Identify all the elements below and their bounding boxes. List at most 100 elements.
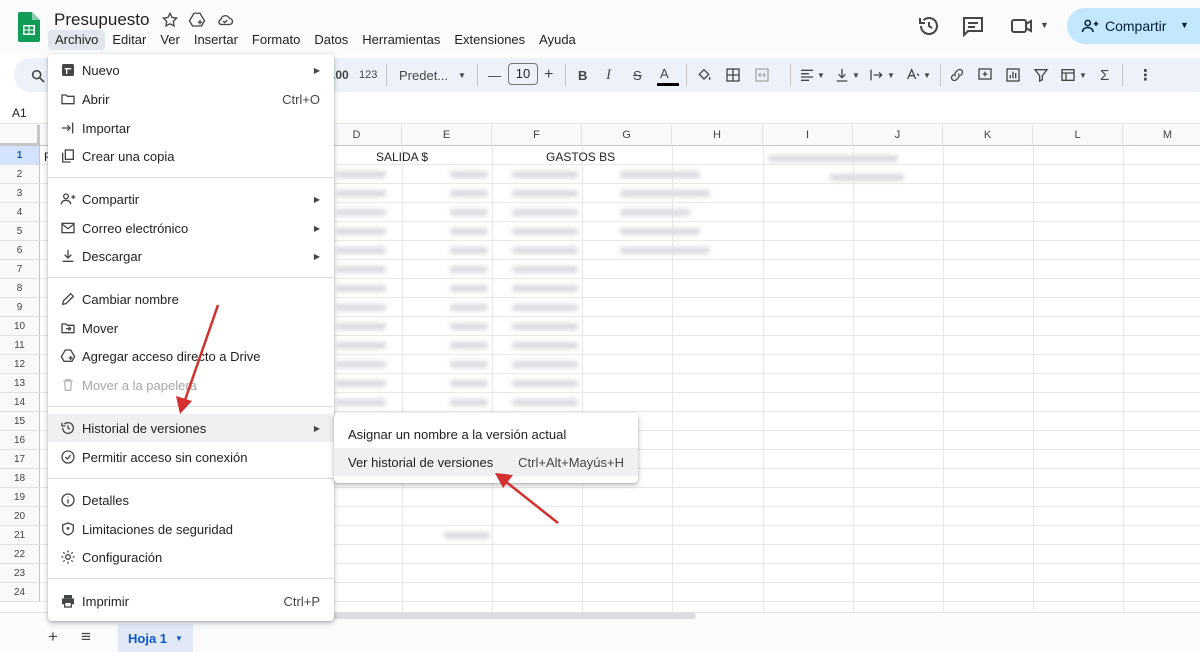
sheets-logo-icon[interactable] [18,12,40,42]
column-header-k[interactable]: K [943,125,1033,146]
row-header[interactable]: 21 [0,526,40,545]
borders-icon[interactable] [725,66,741,84]
share-caret-icon[interactable]: ▼ [1180,20,1189,30]
row-header[interactable]: 20 [0,507,40,526]
row-header[interactable]: 14 [0,393,40,412]
menu-ver[interactable]: Ver [153,30,187,50]
menu-editar[interactable]: Editar [105,30,153,50]
horizontal-align-icon[interactable] [799,66,815,84]
menu-item-historial-versiones[interactable]: Historial de versiones ▶ [48,414,334,442]
version-history-icon[interactable] [917,14,941,38]
column-header-m[interactable]: M [1123,125,1200,146]
row-header[interactable]: 11 [0,336,40,355]
meet-video-icon[interactable] [1010,14,1034,38]
filter-icon[interactable] [1033,66,1049,84]
all-sheets-button[interactable]: ≡ [81,627,91,647]
row-header[interactable]: 10 [0,317,40,336]
font-size-input[interactable]: 10 [508,63,538,85]
rotation-caret-icon[interactable]: ▼ [923,66,931,84]
column-header-h[interactable]: H [672,125,763,146]
cell-reference-box[interactable]: A1 [12,106,27,120]
decimal-increase-button[interactable]: .00 [332,66,349,84]
more-options-button[interactable]: ⋮ [1138,66,1153,84]
menu-herramientas[interactable]: Herramientas [355,30,447,50]
merge-cells-icon[interactable] [754,66,770,84]
row-header[interactable]: 1 [0,146,40,165]
vertical-align-icon[interactable] [834,66,850,84]
row-header[interactable]: 16 [0,431,40,450]
column-header-e[interactable]: E [402,125,492,146]
row-header[interactable]: 17 [0,450,40,469]
star-icon[interactable] [161,11,179,29]
column-header-g[interactable]: G [582,125,672,146]
menu-item-sin-conexion[interactable]: Permitir acceso sin conexión [48,443,334,471]
wrap-caret-icon[interactable]: ▼ [887,66,895,84]
row-header[interactable]: 9 [0,298,40,317]
add-sheet-button[interactable]: + [48,627,58,647]
column-header-f[interactable]: F [492,125,582,146]
sheet-tab-caret-icon[interactable]: ▼ [175,634,183,643]
row-header[interactable]: 4 [0,203,40,222]
valign-caret-icon[interactable]: ▼ [852,66,860,84]
strikethrough-button[interactable]: S [633,66,642,84]
menu-item-importar[interactable]: Importar [48,114,334,142]
font-family-select[interactable]: Predet... [399,66,448,84]
menu-datos[interactable]: Datos [307,30,355,50]
menu-item-detalles[interactable]: Detalles [48,486,334,514]
row-header[interactable]: 23 [0,564,40,583]
insert-chart-icon[interactable] [1005,66,1021,84]
menu-item-imprimir[interactable]: Imprimir Ctrl+P [48,587,334,615]
row-header[interactable]: 7 [0,260,40,279]
align-caret-icon[interactable]: ▼ [817,66,825,84]
row-header[interactable]: 19 [0,488,40,507]
menu-item-cambiar-nombre[interactable]: Cambiar nombre [48,285,334,313]
row-header[interactable]: 3 [0,184,40,203]
font-family-caret-icon[interactable]: ▼ [458,66,466,84]
menu-item-abrir[interactable]: Abrir Ctrl+O [48,85,334,113]
menu-item-descargar[interactable]: Descargar ▶ [48,242,334,270]
text-wrap-icon[interactable] [869,66,885,84]
menu-item-compartir[interactable]: Compartir ▶ [48,185,334,213]
select-all-corner[interactable] [0,125,40,146]
menu-extensiones[interactable]: Extensiones [447,30,532,50]
row-header[interactable]: 5 [0,222,40,241]
row-header[interactable]: 13 [0,374,40,393]
search-menus-icon[interactable] [30,67,46,85]
bold-button[interactable]: B [578,66,587,84]
menu-archivo[interactable]: Archivo [48,30,106,50]
cloud-status-icon[interactable] [216,11,234,29]
functions-button[interactable]: Σ [1100,66,1109,84]
font-size-decrease-button[interactable]: — [488,66,501,84]
row-header[interactable]: 24 [0,583,40,602]
fill-color-icon[interactable] [696,66,712,84]
insert-link-icon[interactable] [949,66,965,84]
menu-ayuda[interactable]: Ayuda [532,30,583,50]
font-size-increase-button[interactable]: + [544,66,553,84]
row-header[interactable]: 22 [0,545,40,564]
menu-item-nuevo[interactable]: Nuevo ▶ [48,56,334,84]
row-header[interactable]: 18 [0,469,40,488]
row-header[interactable]: 15 [0,412,40,431]
menu-item-acceso-directo[interactable]: Agregar acceso directo a Drive [48,342,334,370]
submenu-item-asignar-nombre[interactable]: Asignar un nombre a la versión actual [334,420,638,448]
menu-item-mover[interactable]: Mover [48,314,334,342]
row-header[interactable]: 6 [0,241,40,260]
insert-comment-icon[interactable] [977,66,993,84]
column-header-l[interactable]: L [1033,125,1123,146]
meet-caret-icon[interactable]: ▼ [1040,20,1049,30]
menu-formato[interactable]: Formato [245,30,307,50]
menu-item-correo[interactable]: Correo electrónico ▶ [48,214,334,242]
row-header[interactable]: 2 [0,165,40,184]
submenu-item-ver-historial[interactable]: Ver historial de versiones Ctrl+Alt+Mayú… [334,448,638,476]
document-title[interactable]: Presupuesto [54,10,149,30]
comments-icon[interactable] [961,14,985,38]
row-header[interactable]: 12 [0,355,40,374]
italic-button[interactable]: I [606,66,611,84]
filter-views-icon[interactable] [1060,66,1076,84]
sheet-tab-hoja-1[interactable]: Hoja 1 ▼ [118,624,193,652]
menu-insertar[interactable]: Insertar [187,30,245,50]
menu-item-configuracion[interactable]: Configuración [48,543,334,571]
text-rotation-icon[interactable] [905,66,921,84]
row-header[interactable]: 8 [0,279,40,298]
column-header-j[interactable]: J [853,125,943,146]
